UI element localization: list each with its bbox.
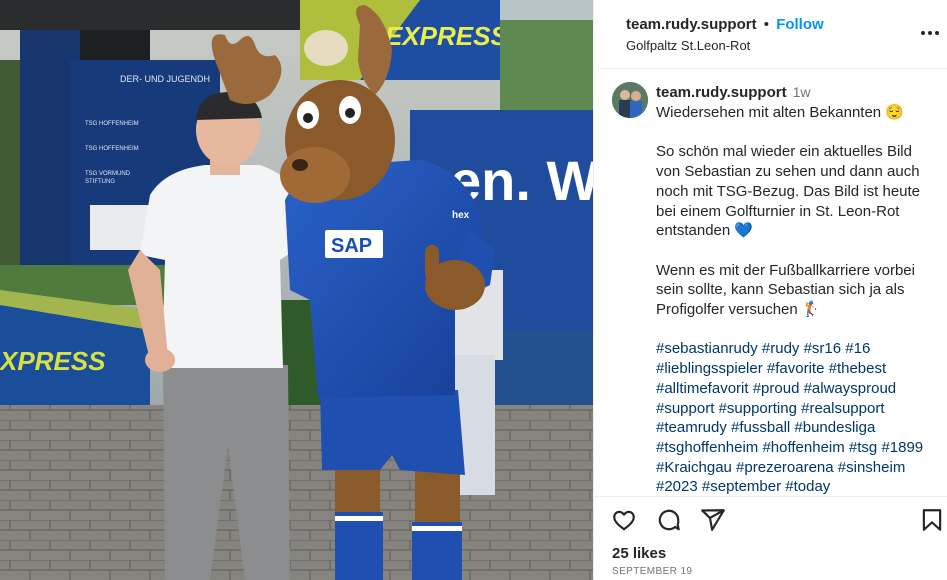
caption-gap <box>656 320 936 340</box>
header-separator: • <box>763 16 770 33</box>
comment-icon[interactable] <box>656 507 682 533</box>
post-header: team.rudy.support • Follow Golfpaltz St.… <box>594 0 947 69</box>
post-photo-illustration: DER- UND JUGENDH TSG HOFFENHEIM TSG HOFF… <box>0 0 593 580</box>
jersey-sleeve-text: hex <box>452 210 470 221</box>
sign-line-2: TSG HOFFENHEIM <box>85 146 139 152</box>
caption-paragraph-3: Wenn es mit der Fußballkarriere vorbei s… <box>656 261 915 318</box>
header-user-row: team.rudy.support • Follow <box>626 16 824 33</box>
avatar[interactable] <box>612 82 648 118</box>
caption-username[interactable]: team.rudy.support <box>656 84 787 101</box>
sign-line-4: STIFTUNG <box>85 179 115 185</box>
post-date[interactable]: SEPTEMBER 19 <box>612 566 692 577</box>
post-side-panel: team.rudy.support • Follow Golfpaltz St.… <box>593 0 947 580</box>
header-username[interactable]: team.rudy.support <box>626 16 757 33</box>
heart-icon[interactable] <box>611 507 637 533</box>
more-dot <box>928 31 932 35</box>
caption-timestamp[interactable]: 1w <box>793 84 811 100</box>
caption-gap <box>656 123 936 143</box>
caption-line-1: Wiedersehen mit alten Bekannten 😌 <box>656 104 904 121</box>
caption-scroll-area[interactable]: team.rudy.support 1w Wiedersehen mit alte… <box>594 70 947 496</box>
sign-line-3: TSG VORMUND <box>85 171 131 177</box>
avatar-image <box>612 82 648 118</box>
likes-count[interactable]: 25 likes <box>612 545 666 562</box>
sign-header-text: DER- UND JUGENDH <box>120 74 210 84</box>
caption-user-row: team.rudy.support 1w <box>656 84 810 101</box>
more-dot <box>935 31 939 35</box>
jersey-sponsor-text: SAP <box>331 235 372 257</box>
caption-text: Wiedersehen mit alten Bekannten 😌 So sch… <box>656 103 936 496</box>
location-link[interactable]: Golfpaltz St.Leon-Rot <box>626 38 750 53</box>
sign-line-1: TSG HOFFENHEIM <box>85 121 139 127</box>
bookmark-icon[interactable] <box>919 507 945 533</box>
share-icon[interactable] <box>700 507 726 533</box>
banner-express-text: EXPRESS <box>385 21 508 51</box>
post-image[interactable]: DER- UND JUGENDH TSG HOFFENHEIM TSG HOFF… <box>0 0 593 580</box>
caption-gap <box>656 241 936 261</box>
follow-button[interactable]: Follow <box>776 16 824 33</box>
caption-hashtags[interactable]: #sebastianrudy #rudy #sr16 #16 #liebling… <box>656 339 936 496</box>
stage-express-text: XPRESS <box>0 346 106 376</box>
more-dot <box>921 31 925 35</box>
caption-paragraph-2: So schön mal wieder ein aktuelles Bild v… <box>656 143 921 240</box>
post-actions-bar: 25 likes SEPTEMBER 19 <box>594 496 947 580</box>
more-options-icon[interactable] <box>920 23 940 43</box>
